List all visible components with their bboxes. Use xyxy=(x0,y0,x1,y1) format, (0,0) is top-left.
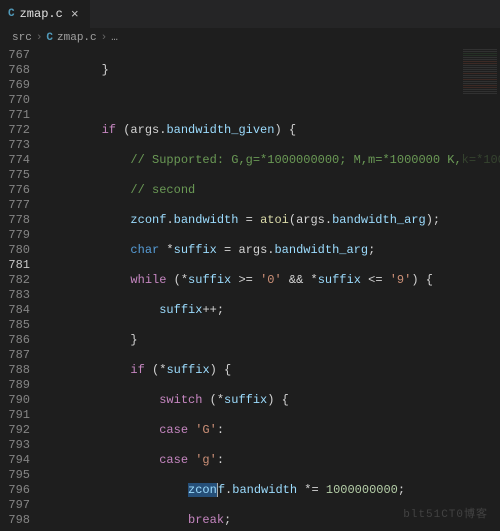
chevron-right-icon: › xyxy=(101,32,108,44)
line-number-gutter: 7677687697707717727737747757767777787797… xyxy=(0,48,44,531)
line-number: 768 xyxy=(0,63,30,78)
editor[interactable]: 7677687697707717727737747757767777787797… xyxy=(0,48,500,531)
breadcrumb-file[interactable]: zmap.c xyxy=(57,32,97,44)
breadcrumb[interactable]: src › C zmap.c › … xyxy=(0,28,500,48)
line-number: 780 xyxy=(0,243,30,258)
tab-bar: C zmap.c × xyxy=(0,0,500,28)
c-file-icon: C xyxy=(8,8,15,20)
line-number: 771 xyxy=(0,108,30,123)
line-number: 786 xyxy=(0,333,30,348)
line-number: 793 xyxy=(0,438,30,453)
breadcrumb-src[interactable]: src xyxy=(12,32,32,44)
line-number: 770 xyxy=(0,93,30,108)
minimap[interactable] xyxy=(460,48,500,531)
line-number: 769 xyxy=(0,78,30,93)
line-number: 784 xyxy=(0,303,30,318)
line-number: 785 xyxy=(0,318,30,333)
line-number: 794 xyxy=(0,453,30,468)
line-number: 787 xyxy=(0,348,30,363)
line-number: 767 xyxy=(0,48,30,63)
line-number: 781 xyxy=(0,258,30,273)
line-number: 788 xyxy=(0,363,30,378)
line-number: 782 xyxy=(0,273,30,288)
chevron-right-icon: › xyxy=(36,32,43,44)
breadcrumb-ellipsis[interactable]: … xyxy=(111,32,118,44)
code-area[interactable]: } if (args.bandwidth_given) { // Support… xyxy=(44,48,500,531)
watermark: blt51CT0博客 xyxy=(403,505,488,521)
c-file-icon: C xyxy=(46,32,53,44)
close-icon[interactable]: × xyxy=(68,7,82,22)
line-number: 798 xyxy=(0,513,30,528)
line-number: 777 xyxy=(0,198,30,213)
line-number: 791 xyxy=(0,408,30,423)
line-number: 772 xyxy=(0,123,30,138)
line-number: 779 xyxy=(0,228,30,243)
line-number: 774 xyxy=(0,153,30,168)
line-number: 792 xyxy=(0,423,30,438)
line-number: 776 xyxy=(0,183,30,198)
line-number: 790 xyxy=(0,393,30,408)
tab-zmap[interactable]: C zmap.c × xyxy=(0,0,91,28)
line-number: 789 xyxy=(0,378,30,393)
line-number: 773 xyxy=(0,138,30,153)
selection: zcon xyxy=(188,483,217,497)
line-number: 795 xyxy=(0,468,30,483)
line-number: 796 xyxy=(0,483,30,498)
line-number: 778 xyxy=(0,213,30,228)
line-number: 775 xyxy=(0,168,30,183)
line-number: 783 xyxy=(0,288,30,303)
tab-label: zmap.c xyxy=(20,7,63,21)
line-number: 797 xyxy=(0,498,30,513)
